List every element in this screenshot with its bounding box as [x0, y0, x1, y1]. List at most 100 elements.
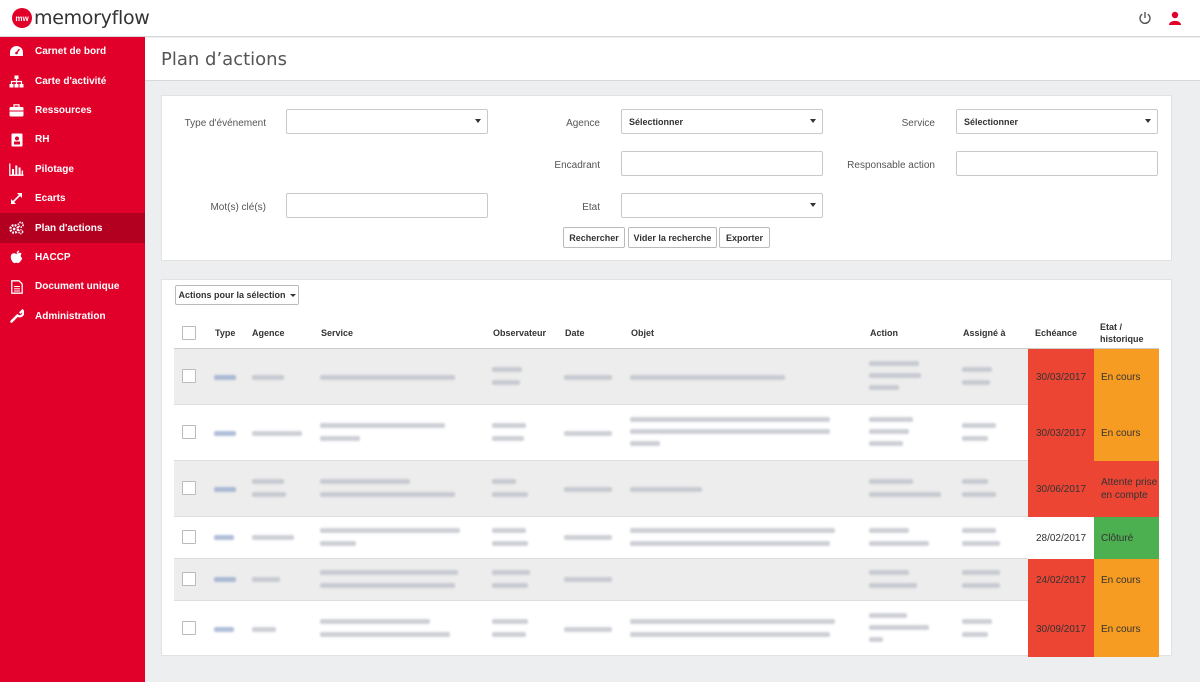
search-button[interactable]: Rechercher: [563, 227, 625, 248]
chevron-down-icon: [810, 203, 816, 207]
sidebar-item-label: Plan d'actions: [35, 222, 103, 234]
sidebar-item-carte-activite[interactable]: Carte d'activité: [0, 66, 145, 95]
sidebar: Carnet de bord Carte d'activité Ressourc…: [0, 37, 145, 682]
page-header: Plan d’actions: [145, 38, 1200, 81]
status-cell[interactable]: En cours: [1094, 601, 1159, 657]
id-badge-icon: [9, 132, 24, 147]
due-date-cell: 30/09/2017: [1028, 601, 1094, 657]
due-date-cell: 24/02/2017: [1028, 559, 1094, 601]
column-header-action[interactable]: Action: [870, 318, 898, 348]
column-header-service[interactable]: Service: [321, 318, 353, 348]
row-checkbox[interactable]: [182, 369, 196, 383]
status-cell[interactable]: Attente prise en compte: [1094, 461, 1159, 517]
sidebar-item-label: RH: [35, 134, 50, 146]
column-header-type[interactable]: Type: [215, 318, 235, 348]
due-date-cell: 28/02/2017: [1028, 517, 1094, 559]
user-icon[interactable]: [1168, 11, 1182, 25]
search-panel: Type d'événement Agence Sélectionner Ser…: [161, 95, 1172, 261]
bar-chart-icon: [9, 162, 24, 177]
logo-text: memoryflow: [34, 7, 150, 29]
sidebar-item-rh[interactable]: RH: [0, 125, 145, 154]
expand-arrows-icon: [9, 191, 24, 206]
sidebar-item-carnet-de-bord[interactable]: Carnet de bord: [0, 37, 145, 66]
sidebar-item-plan-actions[interactable]: Plan d'actions: [0, 213, 145, 243]
column-header-etat[interactable]: Etat / historique: [1100, 318, 1158, 348]
sitemap-icon: [9, 74, 24, 89]
chevron-down-icon: [289, 293, 296, 297]
sidebar-item-document-unique[interactable]: Document unique: [0, 272, 145, 301]
document-icon: [9, 279, 24, 294]
etat-select[interactable]: [621, 193, 823, 218]
status-cell[interactable]: En cours: [1094, 349, 1159, 405]
service-select[interactable]: Sélectionner: [956, 109, 1158, 134]
column-header-echeance[interactable]: Echéance: [1035, 318, 1077, 348]
sidebar-item-label: Carte d'activité: [35, 75, 107, 87]
sidebar-item-pilotage[interactable]: Pilotage: [0, 155, 145, 184]
sidebar-item-administration[interactable]: Administration: [0, 302, 145, 331]
sidebar-item-label: Pilotage: [35, 163, 74, 175]
table-row[interactable]: 28/02/2017 Clôturé: [174, 517, 1159, 559]
dashboard-icon: [9, 44, 24, 59]
type-evenement-label: Type d'événement: [184, 118, 266, 129]
status-cell[interactable]: En cours: [1094, 559, 1159, 601]
sidebar-item-label: Ressources: [35, 104, 92, 116]
row-checkbox[interactable]: [182, 481, 196, 495]
column-header-date[interactable]: Date: [565, 318, 585, 348]
chevron-down-icon: [1145, 119, 1151, 123]
sidebar-item-ecarts[interactable]: Ecarts: [0, 184, 145, 213]
due-date-cell: 30/03/2017: [1028, 349, 1094, 405]
app-logo[interactable]: mw memoryflow: [12, 8, 150, 28]
sidebar-item-label: Ecarts: [35, 193, 66, 205]
selection-actions-label: Actions pour la sélection: [178, 290, 286, 300]
encadrant-label: Encadrant: [554, 160, 600, 171]
due-date-cell: 30/06/2017: [1028, 461, 1094, 517]
column-header-agence[interactable]: Agence: [252, 318, 285, 348]
clear-search-button[interactable]: Vider la recherche: [628, 227, 717, 248]
responsable-action-label: Responsable action: [847, 160, 935, 171]
briefcase-icon: [9, 103, 24, 118]
type-evenement-select[interactable]: [286, 109, 488, 134]
logo-badge: mw: [12, 8, 32, 28]
column-header-observateur[interactable]: Observateur: [493, 318, 546, 348]
top-bar: mw memoryflow: [0, 0, 1200, 37]
sidebar-item-label: HACCP: [35, 251, 71, 263]
row-checkbox[interactable]: [182, 621, 196, 635]
table-row[interactable]: 30/09/2017 En cours: [174, 601, 1159, 657]
table-row[interactable]: 30/06/2017 Attente prise en compte: [174, 461, 1159, 517]
service-value: Sélectionner: [964, 116, 1019, 127]
status-cell[interactable]: En cours: [1094, 405, 1159, 461]
due-date-cell: 30/03/2017: [1028, 405, 1094, 461]
table-row[interactable]: 24/02/2017 En cours: [174, 559, 1159, 601]
power-icon[interactable]: [1138, 11, 1152, 25]
sidebar-item-label: Carnet de bord: [35, 46, 107, 58]
row-checkbox[interactable]: [182, 425, 196, 439]
select-all-checkbox[interactable]: [182, 326, 196, 340]
etat-label: Etat: [582, 202, 600, 213]
select-all-checkbox-cell: [182, 318, 196, 348]
column-header-objet[interactable]: Objet: [631, 318, 654, 348]
status-cell[interactable]: Clôturé: [1094, 517, 1159, 559]
apple-icon: [9, 250, 24, 265]
row-checkbox[interactable]: [182, 530, 196, 544]
row-checkbox[interactable]: [182, 572, 196, 586]
sidebar-item-label: Document unique: [35, 281, 120, 293]
agence-value: Sélectionner: [629, 116, 684, 127]
export-button[interactable]: Exporter: [719, 227, 770, 248]
sidebar-item-ressources[interactable]: Ressources: [0, 96, 145, 125]
chevron-down-icon: [810, 119, 816, 123]
cogs-icon: [9, 221, 24, 236]
sidebar-item-haccp[interactable]: HACCP: [0, 243, 145, 272]
chevron-down-icon: [475, 119, 481, 123]
mots-cles-input[interactable]: [286, 193, 488, 218]
agence-label: Agence: [566, 118, 600, 129]
sidebar-item-label: Administration: [35, 310, 106, 322]
column-header-assigne[interactable]: Assigné à: [963, 318, 1006, 348]
selection-actions-button[interactable]: Actions pour la sélection: [175, 285, 299, 305]
table-row[interactable]: 30/03/2017 En cours: [174, 349, 1159, 405]
service-label: Service: [901, 118, 935, 129]
table-row[interactable]: 30/03/2017 En cours: [174, 405, 1159, 461]
wrench-icon: [9, 309, 24, 324]
responsable-action-input[interactable]: [956, 151, 1158, 176]
agence-select[interactable]: Sélectionner: [621, 109, 823, 134]
encadrant-input[interactable]: [621, 151, 823, 176]
